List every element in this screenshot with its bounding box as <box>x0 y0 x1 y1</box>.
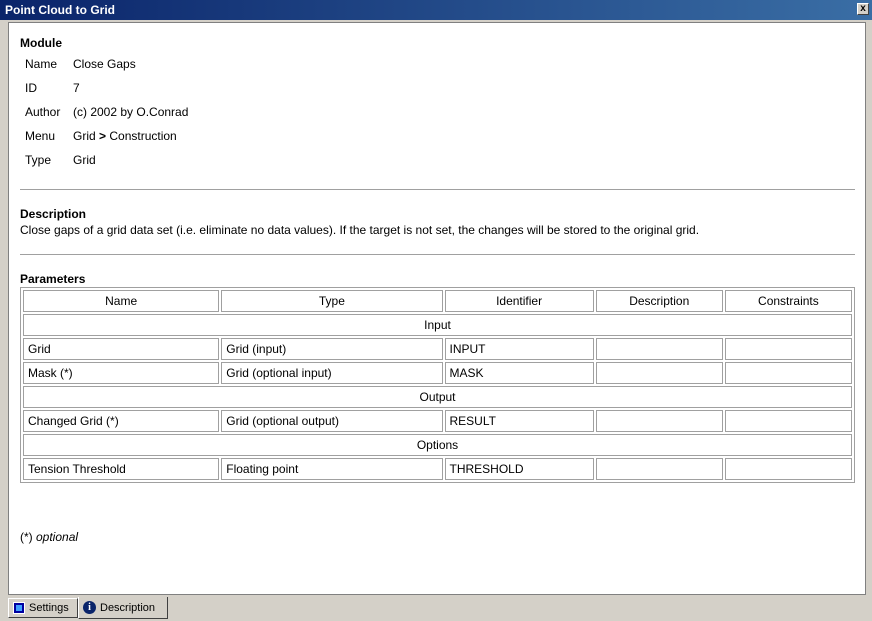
column-header: Type <box>221 290 443 312</box>
module-type-value: Grid <box>73 153 96 167</box>
module-author-value: (c) 2002 by O.Conrad <box>73 105 189 119</box>
param-name: Grid <box>23 338 220 360</box>
settings-icon <box>13 602 25 614</box>
param-identifier: THRESHOLD <box>444 458 594 480</box>
table-row: Mask (*) Grid (optional input) MASK <box>23 362 852 384</box>
tab-label: Description <box>100 601 156 614</box>
param-identifier: RESULT <box>444 410 594 432</box>
group-row: Input <box>23 314 852 336</box>
param-description <box>595 362 723 384</box>
table-row: Tension Threshold Floating point THRESHO… <box>23 458 852 480</box>
parameters-table: Name Type Identifier Description Constra… <box>20 287 855 483</box>
info-icon: i <box>83 601 96 614</box>
tab-description[interactable]: i Description <box>78 597 168 619</box>
parameters-heading: Parameters <box>20 272 86 286</box>
tab-settings[interactable]: Settings <box>8 598 78 618</box>
column-header: Identifier <box>444 290 594 312</box>
description-heading: Description <box>20 207 87 221</box>
param-constraints <box>724 338 852 360</box>
param-constraints <box>724 362 852 384</box>
module-heading: Module <box>20 36 62 50</box>
group-label: Options <box>23 434 852 456</box>
close-icon: x <box>860 3 866 14</box>
table-header-row: Name Type Identifier Description Constra… <box>23 290 852 312</box>
group-row: Options <box>23 434 852 456</box>
module-author-key: Author <box>25 105 61 119</box>
optional-note: (*) optional <box>20 530 79 544</box>
divider <box>20 189 855 190</box>
param-description <box>595 458 723 480</box>
param-constraints <box>724 410 852 432</box>
column-header: Name <box>23 290 220 312</box>
module-name-key: Name <box>25 57 58 71</box>
group-label: Input <box>23 314 852 336</box>
table-row: Changed Grid (*) Grid (optional output) … <box>23 410 852 432</box>
close-button[interactable]: x <box>857 3 869 15</box>
group-row: Output <box>23 386 852 408</box>
param-name: Changed Grid (*) <box>23 410 220 432</box>
title-bar: Point Cloud to Grid x <box>0 0 872 20</box>
tab-bar: Settings i Description <box>0 597 872 621</box>
param-identifier: INPUT <box>444 338 594 360</box>
param-type: Floating point <box>221 458 443 480</box>
param-type: Grid (optional input) <box>221 362 443 384</box>
module-type-key: Type <box>25 153 52 167</box>
divider <box>20 254 855 255</box>
description-panel: Module Name Close Gaps ID 7 Author (c) 2… <box>8 22 866 595</box>
window-title: Point Cloud to Grid <box>5 3 115 17</box>
param-name: Tension Threshold <box>23 458 220 480</box>
tab-label: Settings <box>29 602 69 614</box>
param-description <box>595 338 723 360</box>
param-description <box>595 410 723 432</box>
description-text: Close gaps of a grid data set (i.e. elim… <box>20 223 700 237</box>
param-type: Grid (input) <box>221 338 443 360</box>
column-header: Description <box>595 290 723 312</box>
param-name: Mask (*) <box>23 362 220 384</box>
module-menu-value: Grid > Construction <box>73 129 177 143</box>
param-identifier: MASK <box>444 362 594 384</box>
module-id-key: ID <box>25 81 37 95</box>
column-header: Constraints <box>724 290 852 312</box>
group-label: Output <box>23 386 852 408</box>
table-row: Grid Grid (input) INPUT <box>23 338 852 360</box>
param-constraints <box>724 458 852 480</box>
param-type: Grid (optional output) <box>221 410 443 432</box>
module-name-value: Close Gaps <box>73 57 136 71</box>
module-id-value: 7 <box>73 81 80 95</box>
module-menu-key: Menu <box>25 129 56 143</box>
